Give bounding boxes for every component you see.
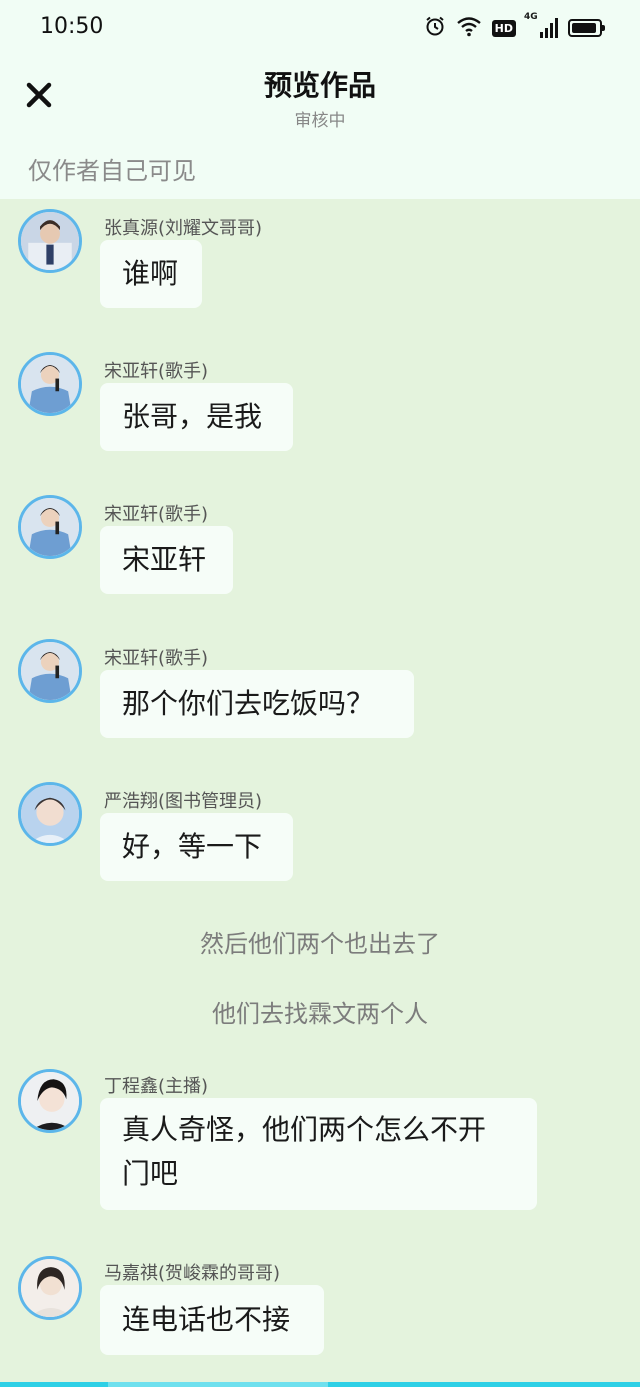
visibility-note: 仅作者自己可见: [28, 157, 196, 185]
status-time: 10:50: [40, 14, 104, 39]
message-bubble[interactable]: 宋亚轩: [100, 526, 233, 594]
sender-name: 马嘉祺(贺峻霖的哥哥): [104, 1263, 281, 1284]
avatar[interactable]: [18, 209, 82, 273]
message-bubble[interactable]: 那个你们去吃饭吗？: [100, 670, 414, 738]
message-bubble[interactable]: 好，等一下: [100, 813, 293, 881]
avatar[interactable]: [18, 782, 82, 846]
sender-name: 丁程鑫(主播): [104, 1076, 209, 1097]
avatar[interactable]: [18, 1069, 82, 1133]
narration-text: 然后他们两个也出去了: [200, 930, 440, 958]
status-bar: 10:50 HD 4G: [0, 0, 640, 56]
signal-icon: 4G: [524, 12, 558, 38]
message-bubble[interactable]: 连电话也不接: [100, 1285, 324, 1355]
review-status: 审核中: [294, 111, 346, 131]
hd-icon: HD: [491, 19, 516, 37]
sender-name: 张真源(刘耀文哥哥): [104, 218, 263, 239]
sender-name: 宋亚轩(歌手): [104, 648, 209, 669]
signal-label: 4G: [524, 12, 538, 22]
avatar[interactable]: [18, 352, 82, 416]
message-bubble[interactable]: 真人奇怪，他们两个怎么不开 门吧: [100, 1098, 537, 1210]
status-icons: HD 4G: [424, 12, 605, 42]
page-title: 预览作品: [263, 69, 376, 102]
message-line: 真人奇怪，他们两个怎么不开: [122, 1113, 487, 1146]
message-bubble[interactable]: 张哥，是我: [100, 383, 293, 451]
avatar[interactable]: [18, 1256, 82, 1320]
avatar[interactable]: [18, 495, 82, 559]
bottom-bar: [0, 1382, 640, 1387]
alarm-icon: [424, 15, 446, 41]
battery-icon: [568, 19, 605, 37]
wifi-icon: [456, 15, 482, 41]
sender-name: 宋亚轩(歌手): [104, 361, 209, 382]
message-bubble[interactable]: 谁啊: [100, 240, 202, 308]
narration-text: 他们去找霖文两个人: [212, 1000, 428, 1028]
message-line: 门吧: [122, 1157, 179, 1190]
sender-name: 严浩翔(图书管理员): [104, 791, 263, 812]
avatar[interactable]: [18, 639, 82, 703]
top-area: 10:50 HD 4G 预览作品 审核中 仅作者自己可见: [0, 0, 640, 199]
sender-name: 宋亚轩(歌手): [104, 504, 209, 525]
